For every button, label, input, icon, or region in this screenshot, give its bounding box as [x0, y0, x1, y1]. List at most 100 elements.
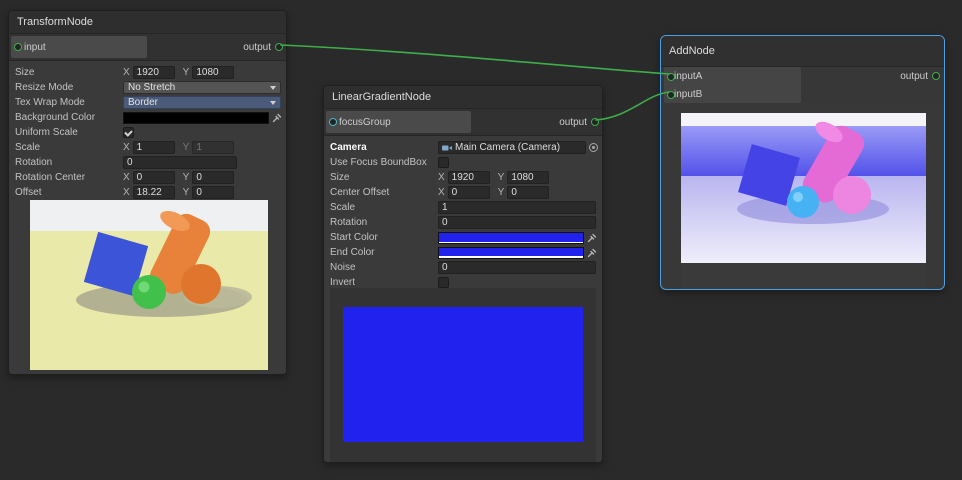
size-y-input[interactable] — [192, 66, 234, 79]
transform-output-port-row[interactable]: output — [243, 34, 283, 60]
size-x-input[interactable] — [448, 171, 490, 184]
gradient-output-port-row[interactable]: output — [559, 109, 599, 135]
invert-label: Invert — [330, 277, 438, 288]
gradient-preview — [330, 288, 596, 467]
background-color-swatch[interactable] — [123, 112, 269, 124]
tex-wrap-mode-row: Tex Wrap Mode Border — [9, 95, 286, 110]
rotation-input[interactable] — [438, 216, 596, 229]
input-b-port-row[interactable]: inputB — [661, 85, 944, 103]
gradient-preview-image — [330, 288, 596, 462]
start-color-label: Start Color — [330, 232, 438, 243]
rotation-center-label: Rotation Center — [15, 172, 123, 183]
y-axis-label: Y — [498, 172, 505, 183]
offset-y-input[interactable] — [192, 186, 234, 199]
input-port-icon[interactable] — [14, 43, 22, 51]
background-color-row: Background Color — [9, 110, 286, 125]
size-label: Size — [330, 172, 438, 183]
input-a-port-label: inputA — [674, 71, 702, 82]
scale-input[interactable] — [438, 201, 596, 214]
uniform-scale-checkbox[interactable] — [123, 127, 134, 138]
rotation-input[interactable] — [123, 156, 237, 169]
center-offset-x-input[interactable] — [448, 186, 490, 199]
x-axis-label: X — [438, 187, 445, 198]
edge-gradient-output-to-add-inputB[interactable] — [596, 92, 669, 120]
size-y-input[interactable] — [507, 171, 549, 184]
add-output-port-row[interactable]: output — [900, 67, 940, 85]
focus-group-port-row[interactable]: focusGroup — [326, 111, 471, 133]
noise-input[interactable] — [438, 261, 596, 274]
input-a-port-row[interactable]: inputA output — [661, 67, 944, 85]
end-color-swatch[interactable] — [438, 247, 584, 259]
transform-ports-row: input output — [9, 34, 286, 61]
rotation-center-y-input[interactable] — [192, 171, 234, 184]
linear-gradient-node[interactable]: LinearGradientNode focusGroup output Cam… — [323, 85, 603, 463]
scale-x-input[interactable] — [133, 141, 175, 154]
scale-y-input — [192, 141, 234, 154]
focus-group-port-icon[interactable] — [329, 118, 337, 126]
start-color-swatch[interactable] — [438, 232, 584, 244]
rotation-row: Rotation — [9, 155, 286, 170]
y-axis-label: Y — [183, 172, 190, 183]
camera-row: Camera Main Camera (Camera) — [324, 140, 602, 155]
offset-row: Offset X Y — [9, 185, 286, 200]
add-node-title: AddNode — [661, 36, 944, 67]
scale-label: Scale — [15, 142, 123, 153]
output-port-label: output — [243, 42, 271, 53]
x-axis-label: X — [123, 142, 130, 153]
tex-wrap-mode-value: Border — [128, 97, 158, 108]
use-focus-boundbox-label: Use Focus BoundBox — [330, 157, 438, 168]
input-a-port-icon[interactable] — [667, 73, 675, 81]
end-color-label: End Color — [330, 247, 438, 258]
y-axis-label: Y — [183, 67, 190, 78]
end-color-row: End Color — [324, 245, 602, 260]
offset-x-input[interactable] — [133, 186, 175, 199]
use-focus-boundbox-row: Use Focus BoundBox — [324, 155, 602, 170]
transform-preview — [30, 200, 268, 375]
add-preview-image — [681, 113, 926, 289]
resize-mode-label: Resize Mode — [15, 82, 123, 93]
add-node[interactable]: AddNode inputA output inputB — [660, 35, 945, 290]
center-offset-y-input[interactable] — [507, 186, 549, 199]
y-axis-label: Y — [183, 187, 190, 198]
eyedropper-icon[interactable] — [587, 233, 597, 243]
tex-wrap-mode-dropdown[interactable]: Border — [123, 96, 281, 109]
input-b-port-label: inputB — [674, 89, 702, 100]
scale-row: Scale X Y — [9, 140, 286, 155]
input-port-label: input — [24, 42, 46, 53]
transform-fields: Size X Y Resize Mode No Stretch Tex Wrap… — [9, 61, 286, 200]
eyedropper-icon[interactable] — [587, 248, 597, 258]
size-row: Size X Y — [9, 65, 286, 80]
start-color-row: Start Color — [324, 230, 602, 245]
edge-transform-output-to-add-inputA[interactable] — [281, 45, 669, 74]
add-ports-area: inputA output inputB — [661, 67, 944, 103]
x-axis-label: X — [438, 172, 445, 183]
rotation-center-x-input[interactable] — [133, 171, 175, 184]
center-offset-row: Center Offset X Y — [324, 185, 602, 200]
add-preview — [681, 113, 926, 294]
input-b-port-icon[interactable] — [667, 91, 675, 99]
y-axis-label: Y — [183, 142, 190, 153]
output-port-icon[interactable] — [591, 118, 599, 126]
resize-mode-value: No Stretch — [128, 82, 175, 93]
output-port-icon[interactable] — [275, 43, 283, 51]
invert-checkbox[interactable] — [438, 277, 449, 288]
size-row: Size X Y — [324, 170, 602, 185]
object-picker-icon[interactable] — [589, 143, 598, 152]
output-port-icon[interactable] — [932, 72, 940, 80]
chevron-down-icon — [270, 101, 276, 105]
transform-input-port-row[interactable]: input — [11, 36, 147, 58]
y-axis-label: Y — [498, 187, 505, 198]
x-axis-label: X — [123, 187, 130, 198]
resize-mode-row: Resize Mode No Stretch — [9, 80, 286, 95]
eyedropper-icon[interactable] — [272, 113, 282, 123]
scale-row: Scale — [324, 200, 602, 215]
size-label: Size — [15, 67, 123, 78]
transform-preview-image — [30, 200, 268, 370]
focus-group-port-label: focusGroup — [339, 117, 391, 128]
use-focus-boundbox-checkbox[interactable] — [438, 157, 449, 168]
resize-mode-dropdown[interactable]: No Stretch — [123, 81, 281, 94]
size-x-input[interactable] — [133, 66, 175, 79]
camera-object-field[interactable]: Main Camera (Camera) — [438, 141, 586, 154]
transform-node[interactable]: TransformNode input output Size X Y Resi… — [8, 10, 287, 375]
scale-label: Scale — [330, 202, 438, 213]
